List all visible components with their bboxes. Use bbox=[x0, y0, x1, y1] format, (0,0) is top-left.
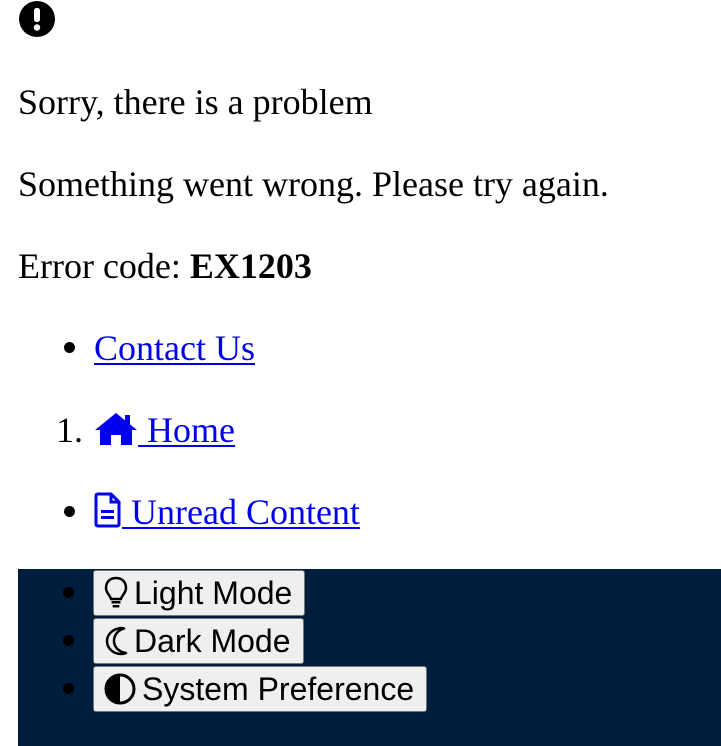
home-list-item: Home bbox=[94, 410, 235, 450]
list-bullet bbox=[63, 635, 74, 646]
unread-link-label: Unread Content bbox=[122, 492, 360, 532]
error-message: Something went wrong. Please try again. bbox=[18, 164, 609, 204]
light-mode-label: Light Mode bbox=[134, 574, 293, 611]
contact-us-link[interactable]: Contact Us bbox=[94, 328, 255, 368]
list-bullet bbox=[63, 683, 74, 694]
error-code-value: EX1203 bbox=[189, 246, 312, 286]
list-number: 1. bbox=[56, 410, 83, 450]
home-link-label: Home bbox=[138, 410, 235, 450]
unread-content-link[interactable]: Unread Content bbox=[94, 492, 360, 532]
error-page: Sorry, there is a problem Something went… bbox=[0, 0, 721, 746]
system-preference-label: System Preference bbox=[142, 670, 415, 707]
error-title: Sorry, there is a problem bbox=[18, 82, 373, 122]
error-code-label: Error code: bbox=[18, 246, 190, 286]
exclamation-circle-icon bbox=[19, 1, 55, 37]
list-bullet bbox=[63, 587, 74, 598]
home-link[interactable]: Home bbox=[94, 410, 235, 450]
light-mode-button[interactable]: Light Mode bbox=[93, 570, 306, 616]
list-bullet bbox=[64, 342, 75, 353]
document-icon bbox=[94, 492, 121, 528]
list-bullet bbox=[64, 506, 75, 517]
theme-switcher: Light Mode Dark Mode System Preference bbox=[18, 569, 721, 746]
dark-mode-label: Dark Mode bbox=[134, 622, 291, 659]
dark-mode-button[interactable]: Dark Mode bbox=[93, 618, 304, 664]
error-code: Error code: EX1203 bbox=[18, 246, 312, 286]
contact-list-item: Contact Us bbox=[94, 328, 255, 368]
moon-icon bbox=[105, 626, 128, 656]
system-preference-button[interactable]: System Preference bbox=[93, 666, 428, 712]
lightbulb-icon bbox=[104, 576, 128, 608]
half-circle-icon bbox=[104, 673, 136, 705]
unread-list-item: Unread Content bbox=[94, 492, 360, 532]
home-icon bbox=[95, 413, 137, 445]
